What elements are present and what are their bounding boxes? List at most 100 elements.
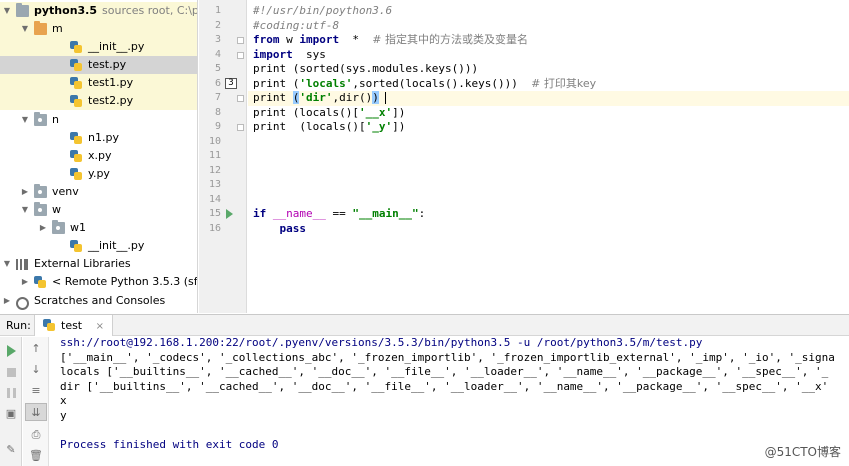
code-token: # 指定其中的方法或类及变量名 xyxy=(372,33,528,46)
code-line: #coding:utf-8 xyxy=(248,19,849,34)
console-line: ['__main__', '_codecs', '_collections_ab… xyxy=(60,350,835,364)
scroll-down-button[interactable]: ↓ xyxy=(25,361,47,379)
library-icon xyxy=(16,259,28,271)
run-tools-secondary: ↑ ↓ ≡ ⇊ ⎙ 🗑 xyxy=(23,337,49,466)
python-file-icon xyxy=(43,319,55,331)
tree-root[interactable]: ▼ python3.5 sources root, C:\pych xyxy=(0,2,197,20)
tree-item[interactable]: x.py xyxy=(0,147,197,165)
console-line: ssh://root@192.168.1.200:22/root/.pyenv/… xyxy=(60,337,703,349)
tree-item[interactable]: n1.py xyxy=(0,129,197,147)
trash-icon: 🗑 xyxy=(29,449,43,462)
tree-item[interactable]: ▼ n xyxy=(0,111,197,129)
tree-item[interactable]: y.py xyxy=(0,165,197,183)
tree-item[interactable]: ▶ < Remote Python 3.5.3 (sftp:// xyxy=(0,273,197,291)
run-toolbar: Run: test × xyxy=(0,314,849,336)
fold-marker-icon[interactable] xyxy=(237,124,244,131)
tree-item[interactable]: ▼ External Libraries xyxy=(0,255,197,273)
fold-marker-icon[interactable] xyxy=(237,51,244,59)
play-icon xyxy=(6,345,16,357)
folder-icon xyxy=(34,21,47,35)
chevron-right-icon[interactable]: ▶ xyxy=(20,273,30,291)
pin-tab-button[interactable]: ✎ xyxy=(0,441,22,459)
folder-icon xyxy=(34,183,47,198)
stop-button[interactable] xyxy=(0,363,22,381)
tree-item-label: w1 xyxy=(70,221,86,235)
tree-item[interactable]: __init__.py xyxy=(0,237,197,255)
line-number: 14 xyxy=(208,193,221,205)
code-token: ]) xyxy=(392,105,406,119)
tree-item[interactable]: test2.py xyxy=(0,92,197,111)
code-token: sys xyxy=(292,47,326,61)
python-icon xyxy=(34,276,46,289)
console-line: y xyxy=(60,408,67,422)
python-file-icon xyxy=(70,167,82,180)
scroll-to-end-icon: ⇊ xyxy=(31,406,41,419)
code-line: pass xyxy=(248,222,849,237)
tree-item[interactable]: ▼ m xyxy=(0,20,197,38)
code-token: pass xyxy=(253,221,306,235)
chevron-down-icon[interactable]: ▼ xyxy=(2,2,12,20)
code-line: import sys xyxy=(248,48,849,63)
chevron-down-icon[interactable]: ▼ xyxy=(20,111,30,129)
code-line: print (locals()['__x']) xyxy=(248,106,849,121)
python-file-icon xyxy=(70,149,82,162)
run-tab-test[interactable]: test × xyxy=(34,315,114,336)
tree-item-label: External Libraries xyxy=(34,257,131,271)
code-token: * xyxy=(339,33,373,46)
fold-marker-icon[interactable] xyxy=(237,37,244,44)
scroll-to-end-button[interactable]: ⇊ xyxy=(25,403,47,421)
code-token: print xyxy=(253,91,293,104)
tree-item[interactable]: test1.py xyxy=(0,74,197,93)
code-editor[interactable]: #!/usr/bin/poython3.6 #coding:utf-8 from w… xyxy=(248,0,849,313)
chevron-down-icon[interactable]: ▼ xyxy=(20,20,30,38)
dump-threads-button[interactable]: ▣ xyxy=(0,405,22,423)
tree-item-label: x.py xyxy=(88,148,112,162)
fold-marker-icon[interactable] xyxy=(237,95,244,102)
folder-icon xyxy=(52,220,65,235)
code-token: if xyxy=(253,207,273,220)
scroll-up-button[interactable]: ↑ xyxy=(25,340,47,358)
tree-item[interactable]: __init__.py xyxy=(0,38,197,57)
tree-item[interactable]: ▶ venv xyxy=(0,183,197,201)
tree-item-label: y.py xyxy=(88,166,110,180)
run-console[interactable]: ssh://root@192.168.1.200:22/root/.pyenv/… xyxy=(50,337,849,466)
tree-item[interactable]: ▶ Scratches and Consoles xyxy=(0,292,197,310)
line-number: 7 xyxy=(214,92,221,103)
tree-item[interactable]: test.py xyxy=(0,56,197,75)
line-number: 15 xyxy=(208,208,221,219)
folder-icon xyxy=(16,3,29,17)
rerun-button[interactable] xyxy=(0,342,22,360)
line-number: 12 xyxy=(208,164,221,176)
run-gutter-icon[interactable] xyxy=(226,209,233,219)
chevron-down-icon[interactable]: ▼ xyxy=(20,201,30,219)
run-tab-label: test xyxy=(61,319,83,332)
console-line: dir ['__builtins__', '__cached__', '__do… xyxy=(60,379,829,393)
code-token: == xyxy=(325,207,353,220)
clear-all-button[interactable]: 🗑 xyxy=(25,447,47,465)
chevron-down-icon[interactable]: ▼ xyxy=(2,255,12,273)
folder-icon xyxy=(34,202,47,216)
soft-wrap-button[interactable]: ≡ xyxy=(25,382,47,400)
code-line: #!/usr/bin/poython3.6 xyxy=(248,4,849,19)
code-token: : xyxy=(418,207,426,220)
line-number: 11 xyxy=(208,150,221,161)
line-number: 8 xyxy=(214,106,221,118)
tree-item[interactable]: ▶ w1 xyxy=(0,219,197,237)
chevron-right-icon[interactable]: ▶ xyxy=(2,292,12,310)
close-icon[interactable]: × xyxy=(96,321,104,332)
tree-item-label: __init__.py xyxy=(88,239,145,253)
bookmark-icon[interactable]: 3 xyxy=(225,77,237,89)
code-token: 'locals' xyxy=(299,76,353,90)
code-token: 'dir' xyxy=(299,91,333,104)
tree-item-label: test1.py xyxy=(88,76,134,90)
chevron-right-icon[interactable]: ▶ xyxy=(38,219,48,237)
print-button[interactable]: ⎙ xyxy=(25,426,47,444)
pause-button[interactable] xyxy=(0,384,22,402)
code-token: ]) xyxy=(392,120,406,133)
run-tools-primary: ▣ ✎ xyxy=(0,337,22,466)
tree-item[interactable]: ▼ w xyxy=(0,201,197,219)
chevron-right-icon[interactable]: ▶ xyxy=(20,183,30,201)
console-line: Process finished with exit code 0 xyxy=(60,437,279,451)
